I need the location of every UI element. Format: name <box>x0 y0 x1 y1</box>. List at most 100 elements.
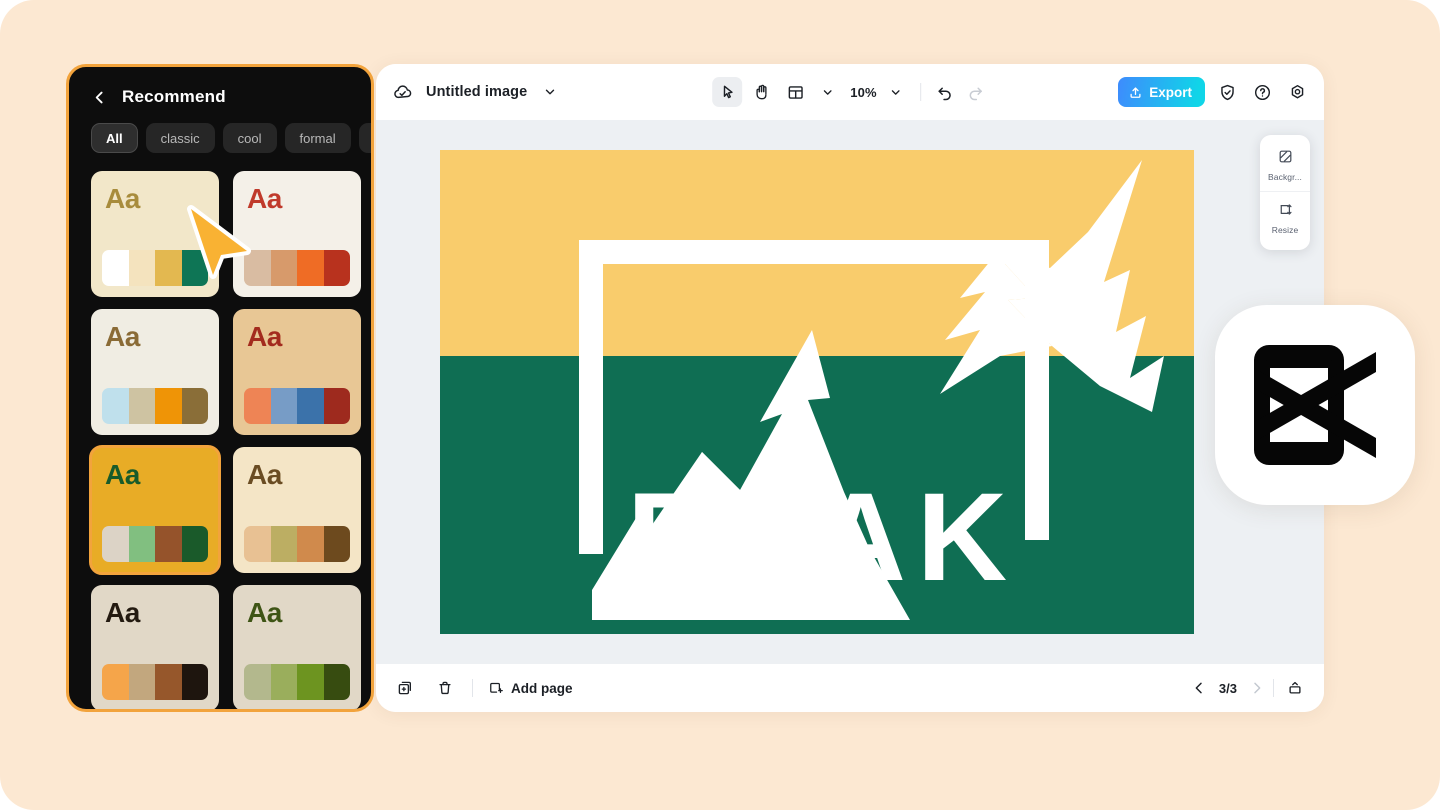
toolbar-left-group: Untitled image <box>390 79 563 105</box>
floating-tool-panel: Backgr... Resize <box>1260 135 1310 250</box>
palette-swatch-bar <box>244 664 350 700</box>
add-page-icon <box>490 682 503 693</box>
palette-swatch-2 <box>128 664 155 700</box>
export-label: Export <box>1149 84 1192 100</box>
bottom-divider-2 <box>1273 679 1274 697</box>
resize-frame-icon <box>1280 204 1292 215</box>
palette-swatch-bar <box>244 250 350 286</box>
palette-card-7[interactable]: Aa <box>91 585 219 709</box>
palette-swatch-3 <box>155 526 182 562</box>
document-title[interactable]: Untitled image <box>426 84 527 100</box>
palette-swatch-4 <box>181 526 208 562</box>
palette-swatch-1 <box>244 388 271 424</box>
palette-swatch-2 <box>270 526 297 562</box>
palette-sample-text: Aa <box>247 321 282 352</box>
palette-swatch-4 <box>181 250 208 286</box>
layout-chevron-down-icon[interactable] <box>814 79 840 105</box>
palette-card-8[interactable]: Aa <box>233 585 361 709</box>
filter-pill-row: All classic cool formal <box>69 107 371 153</box>
expand-panel-icon[interactable] <box>1282 675 1308 701</box>
add-page-button[interactable]: Add page <box>487 680 573 697</box>
filter-pill-formal[interactable]: formal <box>284 123 351 153</box>
palette-swatch-bar <box>102 664 208 700</box>
palette-card-6[interactable]: Aa <box>233 447 361 573</box>
filter-expand-chevron-down-icon[interactable] <box>358 123 371 153</box>
filter-pill-all[interactable]: All <box>91 123 138 153</box>
palette-sample-text: Aa <box>247 597 282 628</box>
prev-page-button[interactable] <box>1191 680 1207 696</box>
zoom-chevron-down-icon[interactable] <box>883 79 909 105</box>
resize-tool-item[interactable]: Resize <box>1260 191 1310 242</box>
hand-tool-button[interactable] <box>746 77 776 107</box>
palette-swatch-4 <box>323 388 350 424</box>
capcut-logo-icon <box>1254 345 1376 465</box>
layout-tool-button[interactable] <box>780 77 810 107</box>
bottom-left-group: Add page <box>392 675 573 701</box>
palette-card-4[interactable]: Aa <box>233 309 361 435</box>
palette-swatch-3 <box>155 664 182 700</box>
title-chevron-down-icon[interactable] <box>537 79 563 105</box>
resize-tool-label: Resize <box>1271 225 1299 235</box>
toolbar-right-group: Export <box>1118 77 1310 107</box>
palette-swatch-3 <box>297 250 324 286</box>
background-tool-item[interactable]: Backgr... <box>1260 143 1310 189</box>
toolbar-divider <box>919 83 921 101</box>
select-tool-button[interactable] <box>712 77 743 107</box>
settings-gear-icon[interactable] <box>1284 79 1310 105</box>
cloud-check-icon[interactable] <box>390 79 416 105</box>
palette-swatch-bar <box>102 250 208 286</box>
palette-swatch-bar <box>244 526 350 562</box>
panel-header: Recommend <box>69 67 371 107</box>
palette-sample-text: Aa <box>105 459 140 490</box>
palette-swatch-3 <box>297 664 324 700</box>
palette-swatch-1 <box>244 526 271 562</box>
recommend-panel: Recommend All classic cool formal Aa Aa Aa… <box>66 64 374 712</box>
artboard-headline[interactable]: PEAK <box>440 475 1194 600</box>
capcut-logo <box>1215 305 1415 505</box>
palette-swatch-2 <box>128 250 155 286</box>
undo-arrow-icon[interactable] <box>932 79 958 105</box>
back-chevron-left-icon[interactable] <box>91 89 108 106</box>
redo-arrow-icon[interactable] <box>962 79 988 105</box>
palette-swatch-4 <box>181 388 208 424</box>
palette-sample-text: Aa <box>247 183 282 214</box>
export-button[interactable]: Export <box>1118 77 1205 107</box>
palette-swatch-2 <box>270 388 297 424</box>
palette-card-5[interactable]: Aa <box>89 445 221 575</box>
page-indicator: 3/3 <box>1218 680 1237 696</box>
duplicate-page-icon[interactable] <box>392 675 418 701</box>
background-image-icon <box>1279 150 1291 163</box>
palette-grid: Aa Aa Aa Aa Aa Aa Aa Aa <box>69 153 371 709</box>
next-page-button[interactable] <box>1249 680 1265 696</box>
palette-swatch-3 <box>155 250 182 286</box>
palette-swatch-3 <box>297 388 324 424</box>
panel-title: Recommend <box>122 87 226 106</box>
trash-icon[interactable] <box>432 675 458 701</box>
palette-swatch-3 <box>155 388 182 424</box>
palette-swatch-1 <box>102 388 129 424</box>
palette-swatch-1 <box>102 250 129 286</box>
palette-sample-text: Aa <box>105 597 140 628</box>
zoom-level-value[interactable]: 10% <box>844 85 879 100</box>
palette-card-2[interactable]: Aa <box>233 171 361 297</box>
palette-card-3[interactable]: Aa <box>91 309 219 435</box>
artboard[interactable]: PEAK <box>440 150 1194 634</box>
background-tool-label: Backgr... <box>1268 172 1302 182</box>
palette-swatch-4 <box>323 664 350 700</box>
palette-card-1[interactable]: Aa <box>91 171 219 297</box>
help-circle-icon[interactable] <box>1249 79 1275 105</box>
filter-pill-cool[interactable]: cool <box>222 123 277 153</box>
palette-sample-text: Aa <box>105 183 140 214</box>
shield-check-icon[interactable] <box>1214 79 1240 105</box>
filter-pill-classic[interactable]: classic <box>145 123 215 153</box>
palette-sample-text: Aa <box>247 459 282 490</box>
palette-swatch-2 <box>128 526 155 562</box>
palette-sample-text: Aa <box>105 321 140 352</box>
palette-swatch-1 <box>102 664 129 700</box>
canvas-stage[interactable]: PEAK Backgr... Resize <box>376 120 1324 664</box>
add-page-label: Add page <box>511 680 573 696</box>
editor-window: Untitled image 10% Export PEAK Backgr...… <box>376 64 1324 712</box>
palette-swatch-3 <box>297 526 324 562</box>
palette-swatch-2 <box>270 664 297 700</box>
palette-swatch-1 <box>244 664 271 700</box>
